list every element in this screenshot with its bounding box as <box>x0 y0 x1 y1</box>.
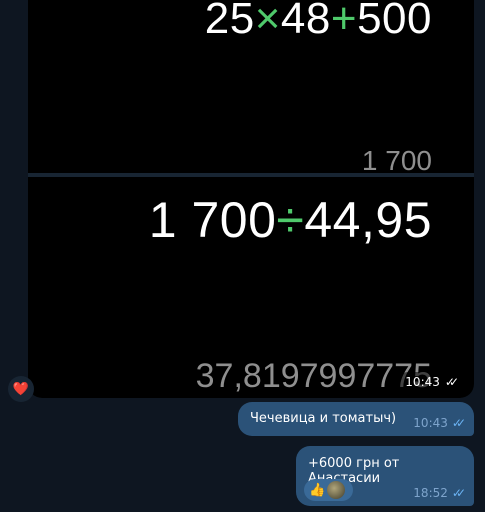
read-checkmarks-icon: ✓✓ <box>451 486 466 500</box>
outgoing-message[interactable]: Чечевица и томатыч) 10:43 ✓✓ <box>238 402 474 436</box>
calculator-expression: 1 700÷44,95 <box>148 192 432 248</box>
calculator-expression: 25×48+500 <box>204 0 432 43</box>
message-time: 10:43 <box>405 375 440 389</box>
calculator-screenshot-2[interactable]: 1 700÷44,95 37,8197997775 10:43 ✓✓ <box>28 177 474 398</box>
read-checkmarks-icon: ✓✓ <box>451 416 466 430</box>
message-reactions[interactable]: 👍 <box>304 479 353 501</box>
thumbs-up-icon: 👍 <box>309 482 326 498</box>
photo-album-message[interactable]: 25×48+500 1 700 1 700÷44,95 37,819799777… <box>28 0 474 398</box>
calculator-screenshot-1[interactable]: 25×48+500 1 700 <box>28 0 474 173</box>
reactor-avatar <box>327 481 346 499</box>
read-checkmarks-icon: ✓✓ <box>444 375 459 389</box>
message-time: 10:43 <box>413 416 448 430</box>
calculator-result: 1 700 <box>361 145 432 173</box>
message-time: 18:52 <box>413 486 448 500</box>
message-time-badge: 10:43 ✓✓ <box>398 372 466 392</box>
message-meta: 10:43 ✓✓ <box>413 416 466 430</box>
chat-view: 25×48+500 1 700 1 700÷44,95 37,819799777… <box>0 0 485 512</box>
message-text: Чечевица и томатыч) <box>250 411 397 426</box>
calculator-result: 37,8197997775 <box>195 357 432 395</box>
outgoing-message[interactable]: +6000 грн от Анастасии 👍 18:52 ✓✓ <box>296 446 474 506</box>
heart-icon: ❤️ <box>12 381 30 397</box>
message-meta: 18:52 ✓✓ <box>413 486 466 500</box>
heart-reaction[interactable]: ❤️ <box>8 376 34 402</box>
